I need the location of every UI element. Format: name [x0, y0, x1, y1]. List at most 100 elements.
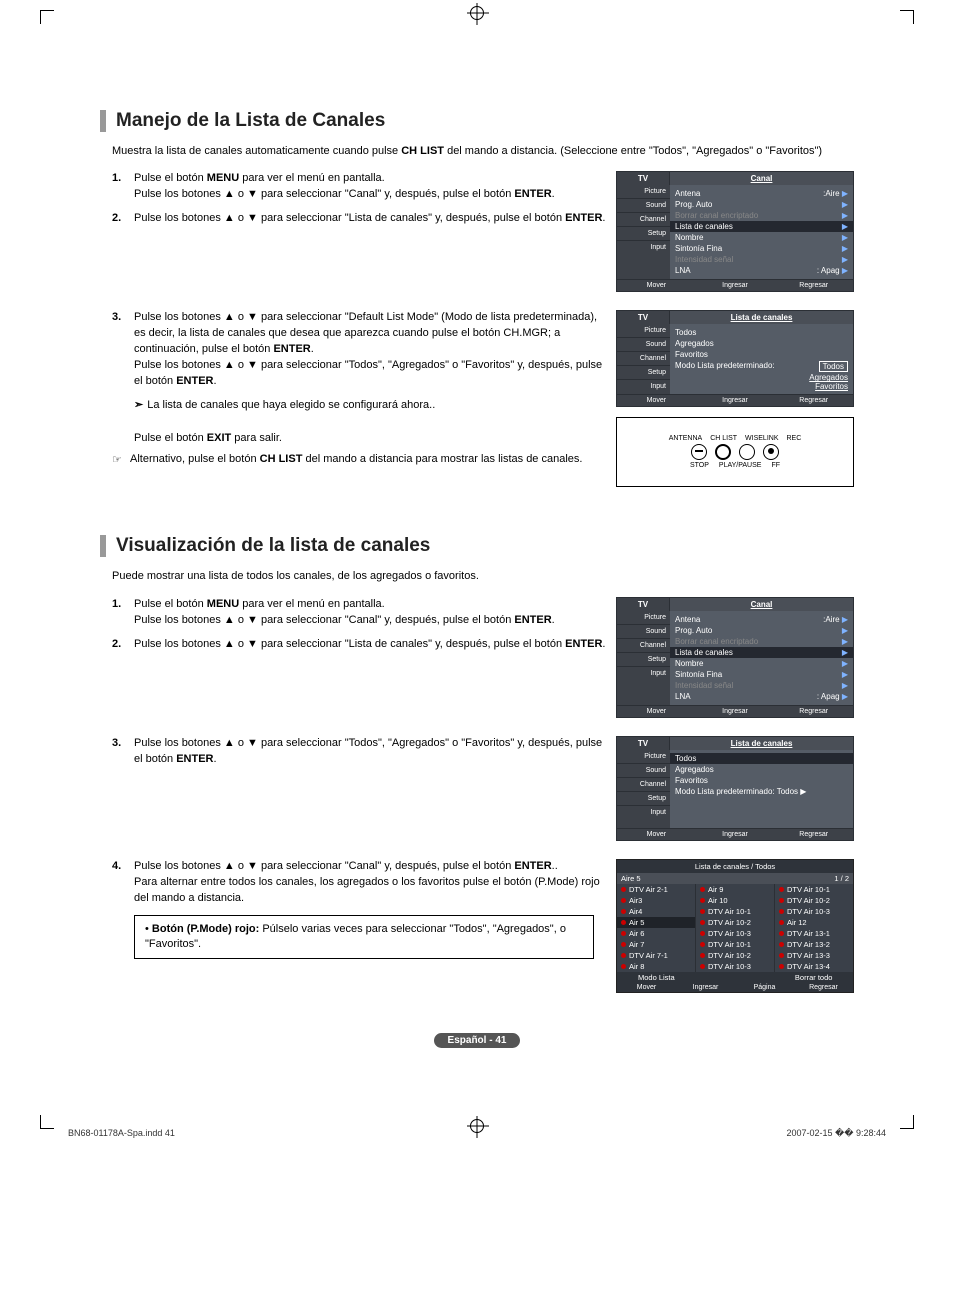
foot: Ingresar — [696, 829, 775, 840]
step-1: 1. Pulse el botón MENU para ver el menú … — [112, 597, 606, 629]
num: 2. — [112, 211, 134, 227]
t: Pulse los botones ▲ o ▼ para seleccionar… — [134, 212, 565, 224]
t: ENTER — [514, 860, 551, 872]
step-4: 4. Pulse los botones ▲ o ▼ para seleccio… — [112, 859, 606, 907]
t: La lista de canales que haya elegido se … — [147, 399, 435, 411]
side-item: Input — [617, 805, 670, 819]
foot: Regresar — [774, 829, 853, 840]
foot: Ingresar — [696, 280, 775, 291]
foot: Regresar — [774, 280, 853, 291]
footer-right: 2007-02-15 �� 9:28:44 — [786, 1128, 886, 1139]
t: Aire 5 — [621, 874, 641, 883]
osd-title: Canal — [670, 172, 853, 185]
side-item: Picture — [617, 750, 670, 763]
t: del mando a distancia para mostrar las l… — [302, 453, 582, 465]
t: . — [552, 614, 555, 626]
t: Pulse el botón — [134, 172, 207, 184]
t: CH LIST — [401, 145, 444, 157]
num: 1. — [112, 597, 134, 629]
t: ENTER — [514, 614, 551, 626]
t: ENTER — [565, 638, 602, 650]
t: Agregados — [675, 339, 714, 348]
foot: Mover — [617, 829, 696, 840]
num: 2. — [112, 637, 134, 653]
t: ENTER — [565, 212, 602, 224]
t: WISELINK — [745, 435, 778, 442]
side-item: Channel — [617, 212, 670, 226]
t — [696, 972, 775, 983]
osd-lista2: TV Lista de canales Picture Sound Channe… — [616, 736, 854, 841]
section2-title: Visualización de la lista de canales — [100, 535, 854, 557]
t: Para alternar entre todos los canales, l… — [134, 876, 600, 904]
t: para ver el menú en pantalla. — [239, 172, 385, 184]
t: para salir. — [231, 432, 282, 444]
t: . — [213, 753, 216, 765]
side-item: Input — [617, 240, 670, 254]
section2-intro: Puede mostrar una lista de todos los can… — [112, 569, 854, 584]
side-item: Setup — [617, 791, 670, 805]
side-item: Channel — [617, 351, 670, 365]
osd-tv: TV — [617, 311, 670, 324]
side-item: Setup — [617, 365, 670, 379]
section1-title: Manejo de la Lista de Canales — [100, 110, 854, 132]
t: CH LIST — [260, 453, 303, 465]
t: para ver el menú en pantalla. — [239, 598, 385, 610]
btn-icon — [691, 444, 707, 460]
exit-note: Pulse el botón EXIT para salir. — [134, 431, 606, 446]
crop-mark — [900, 10, 914, 24]
t: Agregados — [675, 765, 714, 774]
rec-btn-icon — [763, 444, 779, 460]
t: Pulse los botones ▲ o ▼ para seleccionar… — [134, 188, 514, 200]
osd-canal: TV Canal Picture Sound Channel Setup Inp… — [616, 171, 854, 292]
t: Favoritos — [675, 776, 708, 785]
pmode-box: • Botón (P.Mode) rojo: Púlselo varias ve… — [134, 915, 594, 960]
t: ENTER — [514, 188, 551, 200]
drop: Agregados — [675, 373, 848, 382]
arrow-icon: ➣ — [134, 399, 143, 411]
t: Modo Lista predeterminado: — [675, 361, 775, 372]
t: Pulse el botón — [134, 598, 207, 610]
remote-diagram: ANTENNA CH LIST WISELINK REC STOP PLAY/P… — [616, 417, 854, 487]
crop-mark — [900, 1115, 914, 1129]
side-item: Picture — [617, 185, 670, 198]
foot: Mover — [617, 280, 696, 291]
t: . — [311, 343, 314, 355]
side-item: Sound — [617, 624, 670, 638]
side-item: Input — [617, 379, 670, 393]
side-item: Picture — [617, 324, 670, 337]
side-item: Channel — [617, 638, 670, 652]
foot: Ingresar — [696, 706, 775, 717]
osd-tv: TV — [617, 737, 670, 750]
t: Modo Lista — [617, 972, 696, 983]
alt-note: Alternativo, pulse el botón CH LIST del … — [130, 453, 606, 466]
side-item: Input — [617, 666, 670, 680]
t: Modo Lista predeterminado: Todos ▶ — [675, 787, 806, 796]
step-1: 1. Pulse el botón MENU para ver el menú … — [112, 171, 606, 203]
pointer-icon: ☞ — [112, 453, 130, 466]
t: ENTER — [273, 343, 310, 355]
t: MENU — [207, 172, 239, 184]
t: Borrar todo — [774, 972, 853, 983]
section1-intro: Muestra la lista de canales automaticame… — [112, 144, 854, 159]
foot: Mover — [617, 395, 696, 406]
t: FF — [771, 462, 780, 469]
t: REC — [786, 435, 801, 442]
osd-title: Canal — [670, 598, 853, 611]
osd-lista1: TV Lista de canales Picture Sound Channe… — [616, 310, 854, 407]
t: EXIT — [207, 432, 231, 444]
crop-mark — [40, 1115, 54, 1129]
t: .. — [552, 860, 558, 872]
footer-left: BN68-01178A-Spa.indd 41 — [68, 1128, 175, 1139]
t: Pulse los botones ▲ o ▼ para seleccionar… — [134, 860, 514, 872]
side-item: Picture — [617, 611, 670, 624]
t: ENTER — [176, 375, 213, 387]
osd-title: Lista de canales — [670, 311, 853, 324]
btn-icon — [739, 444, 755, 460]
crop-mark — [40, 10, 54, 24]
t: ANTENNA — [669, 435, 702, 442]
t: Favoritos — [675, 350, 708, 359]
step-2: 2. Pulse los botones ▲ o ▼ para seleccio… — [112, 211, 606, 227]
t: Ingresar — [676, 983, 735, 992]
side-item: Setup — [617, 226, 670, 240]
chlist-title: Lista de canales / Todos — [617, 860, 853, 873]
